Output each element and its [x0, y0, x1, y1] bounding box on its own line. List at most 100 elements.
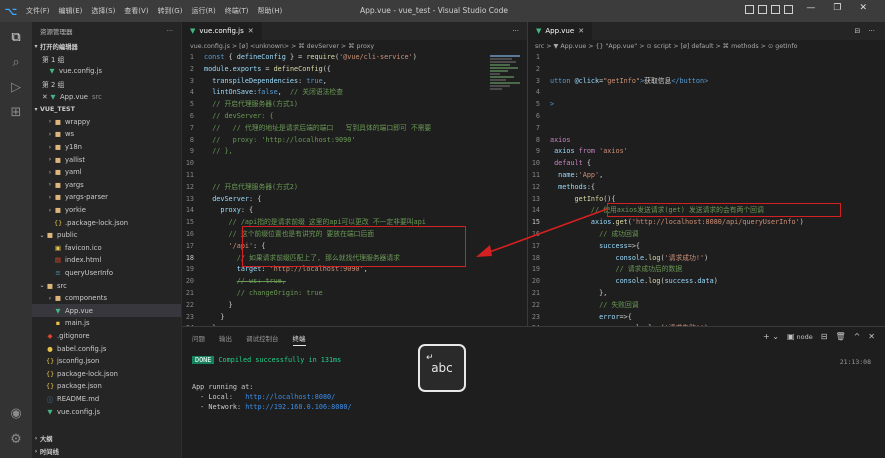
close-panel-icon[interactable]: ✕ [868, 332, 875, 341]
code-line[interactable]: 3 transpileDependencies: true, [182, 76, 488, 88]
close-icon[interactable]: ✕ [248, 27, 254, 35]
code-line[interactable]: 23 } [182, 312, 488, 324]
menu-item[interactable]: 查看(V) [124, 6, 148, 16]
toggle-sidebar-icon[interactable] [745, 5, 754, 14]
open-editor-item[interactable]: ✕ ▼ App.vue src [32, 90, 181, 103]
menu-item[interactable]: 文件(F) [26, 6, 50, 16]
file-tree-item[interactable]: ⓘ README.md [32, 393, 181, 406]
maximize-panel-icon[interactable]: ^ [854, 332, 861, 341]
code-line[interactable]: 23 error=>{ [528, 312, 885, 324]
editor2-code[interactable]: 1 2 3 utton @click="getInfo">获取信息</button> 4… [528, 52, 885, 347]
file-tree-item[interactable]: › ■ yorkie [32, 204, 181, 217]
timeline-section[interactable]: › 时间线 [32, 445, 182, 458]
file-tree-item[interactable]: ▼ vue.config.js [32, 405, 181, 418]
file-tree-item[interactable]: › ■ yargs [32, 179, 181, 192]
tab-vue-config[interactable]: ▼ vue.config.js ✕ [182, 22, 262, 40]
code-line[interactable]: 9 axios from 'axios' [528, 146, 885, 158]
search-icon[interactable]: ⌕ [8, 55, 24, 71]
new-terminal-icon[interactable]: + ⌄ [763, 332, 779, 341]
menu-item[interactable]: 编辑(E) [59, 6, 83, 16]
explorer-icon[interactable]: ⧉ [8, 30, 24, 46]
close-window-button[interactable]: ✕ [859, 3, 867, 13]
code-line[interactable]: 20 // ws: true, [182, 276, 488, 288]
code-line[interactable]: 5 > [528, 99, 885, 111]
code-line[interactable]: 11 name:'App', [528, 170, 885, 182]
panel-tab[interactable]: 调试控制台 [246, 333, 279, 346]
menu-item[interactable]: 运行(R) [191, 6, 215, 16]
terminal-selector[interactable]: ▣ node [787, 332, 813, 341]
code-line[interactable]: 10 [182, 158, 488, 170]
file-tree-item[interactable]: ⌄ ■ src [32, 279, 181, 292]
customize-layout-icon[interactable] [784, 5, 793, 14]
more-actions-icon[interactable]: ··· [512, 22, 527, 40]
code-line[interactable]: 5 // 开启代理服务器(方式1) [182, 99, 488, 111]
split-editor-icon[interactable]: ⊟ [854, 27, 860, 35]
file-tree-item[interactable]: › ■ yallist [32, 153, 181, 166]
open-editor-item[interactable]: ▼ vue.config.js [32, 65, 181, 78]
extensions-icon[interactable]: ⊞ [8, 105, 24, 121]
code-line[interactable]: 22 } [182, 300, 488, 312]
menu-item[interactable]: 选择(S) [91, 6, 115, 16]
tab-app-vue[interactable]: ▼ App.vue ✕ [528, 22, 593, 40]
file-tree-item[interactable]: {} package-lock.json [32, 367, 181, 380]
code-line[interactable]: 2 [528, 64, 885, 76]
file-tree-item[interactable]: ▼ App.vue [32, 304, 181, 318]
code-line[interactable]: 8 // proxy: 'http://localhost:9090' [182, 135, 488, 147]
menu-item[interactable]: 终端(T) [225, 6, 249, 16]
code-line[interactable]: 12 // 开启代理服务器(方式2) [182, 182, 488, 194]
code-line[interactable]: 12 methods:{ [528, 182, 885, 194]
code-line[interactable]: 7 // // 代理的地址是请求后端的端口 写到具体的端口即可 不需要 [182, 123, 488, 135]
open-editors-section[interactable]: ▾ 打开的编辑器 [32, 40, 181, 53]
run-debug-icon[interactable]: ▷ [8, 80, 24, 96]
panel-tab[interactable]: 输出 [219, 333, 232, 346]
menu-item[interactable]: 帮助(H) [258, 6, 283, 16]
toggle-secondary-sidebar-icon[interactable] [771, 5, 780, 14]
maximize-button[interactable]: ❐ [833, 3, 841, 13]
code-line[interactable]: 2 module.exports = defineConfig({ [182, 64, 488, 76]
code-line[interactable]: 10 default { [528, 158, 885, 170]
file-tree-item[interactable]: ▣ favicon.ico [32, 242, 181, 255]
local-url-link[interactable]: http://localhost:8080/ [245, 393, 335, 401]
code-line[interactable]: 14 proxy: { [182, 205, 488, 217]
code-line[interactable]: 11 [182, 170, 488, 182]
file-tree-item[interactable]: {} .package-lock.json [32, 216, 181, 229]
code-line[interactable]: 4 [528, 87, 885, 99]
settings-gear-icon[interactable]: ⚙ [8, 432, 24, 448]
network-url-link[interactable]: http://192.168.0.106:8080/ [245, 403, 351, 411]
code-line[interactable]: 20 console.log(success.data) [528, 276, 885, 288]
code-line[interactable]: 6 [528, 111, 885, 123]
trash-icon[interactable]: 🗑 [835, 332, 845, 341]
editor1-breadcrumb[interactable]: vue.config.js > [ø] <unknown> > ⌘ devSer… [190, 40, 520, 52]
panel-tab[interactable]: 问题 [192, 333, 205, 346]
account-icon[interactable]: ◉ [8, 406, 24, 422]
code-line[interactable]: 19 // 请求成功后的数据 [528, 264, 885, 276]
file-tree-item[interactable]: › ■ yargs-parser [32, 191, 181, 204]
file-tree-item[interactable]: › ■ y18n [32, 141, 181, 154]
code-line[interactable]: 1 [528, 52, 885, 64]
split-terminal-icon[interactable]: ⊟ [821, 332, 828, 341]
close-icon[interactable]: ✕ [578, 27, 584, 35]
editor1-minimap[interactable] [490, 54, 526, 114]
code-line[interactable]: 22 // 失败回调 [528, 300, 885, 312]
editor1-code[interactable]: 1 const { defineConfig } = require('@vue/… [182, 52, 488, 347]
file-tree-item[interactable]: › ■ ws [32, 128, 181, 141]
more-actions-icon[interactable]: ··· [167, 27, 173, 35]
file-tree-item[interactable]: ▤ index.html [32, 254, 181, 267]
file-tree-item[interactable]: › ■ yaml [32, 166, 181, 179]
outline-section[interactable]: › 大纲 [32, 432, 182, 445]
code-line[interactable]: 4 lintOnSave:false, // 关闭语法检查 [182, 87, 488, 99]
close-icon[interactable]: ✕ [42, 93, 49, 101]
code-line[interactable]: 8 axios [528, 135, 885, 147]
code-line[interactable]: 1 const { defineConfig } = require('@vue/… [182, 52, 488, 64]
project-section[interactable]: ▾ VUE_TEST [32, 103, 181, 116]
code-line[interactable]: 7 [528, 123, 885, 135]
more-actions-icon[interactable]: ··· [868, 27, 875, 35]
code-line[interactable]: 13 devServer: { [182, 194, 488, 206]
editor2-breadcrumb[interactable]: src > ▼ App.vue > {} "App.vue" > ⊙ scrip… [535, 40, 880, 52]
file-tree-item[interactable]: {} package.json [32, 380, 181, 393]
minimize-button[interactable]: — [806, 3, 815, 13]
file-tree-item[interactable]: ● babel.config.js [32, 342, 181, 355]
file-tree-item[interactable]: › ■ wrappy [32, 116, 181, 129]
file-tree-item[interactable]: ◆ .gitignore [32, 330, 181, 343]
code-line[interactable]: 9 // }, [182, 146, 488, 158]
